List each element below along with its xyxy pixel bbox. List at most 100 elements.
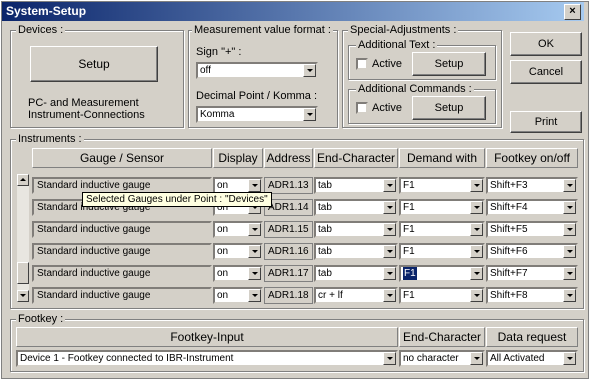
- chevron-down-icon[interactable]: [303, 64, 316, 77]
- demand-with-select-value: F1: [403, 246, 415, 257]
- display-select-value: on: [217, 268, 229, 279]
- address-cell: ADR1.18: [264, 287, 313, 304]
- end-character-select-value: tab: [318, 224, 332, 235]
- chevron-down-icon[interactable]: [383, 179, 396, 192]
- display-select[interactable]: on: [213, 243, 263, 260]
- footkey-select-value: Shift+F5: [490, 224, 528, 235]
- additional-commands-active-checkbox[interactable]: [356, 102, 368, 114]
- chevron-down-icon[interactable]: [470, 352, 483, 365]
- footkey-input-value: Device 1 - Footkey connected to IBR-Inst…: [20, 353, 234, 364]
- end-character-select-value: cr + lf: [318, 290, 343, 301]
- gauge-cell[interactable]: Standard inductive gauge: [32, 243, 212, 260]
- chevron-down-icon[interactable]: [563, 223, 576, 236]
- data-request-select[interactable]: All Activated: [486, 350, 578, 367]
- end-character-select[interactable]: tab: [314, 221, 398, 238]
- additional-text-active-checkbox[interactable]: [356, 58, 368, 70]
- devices-setup-button[interactable]: Setup: [30, 46, 158, 82]
- close-button[interactable]: ×: [564, 4, 581, 20]
- scroll-down-icon[interactable]: [17, 290, 29, 302]
- end-character-select-value: tab: [318, 180, 332, 191]
- chevron-down-icon[interactable]: [563, 201, 576, 214]
- footkey-select[interactable]: Shift+F3: [486, 177, 578, 194]
- display-select-value: on: [217, 290, 229, 301]
- footkey-end-character-select[interactable]: no character: [399, 350, 485, 367]
- print-button[interactable]: Print: [510, 111, 582, 133]
- chevron-down-icon[interactable]: [470, 245, 483, 258]
- chevron-down-icon[interactable]: [470, 289, 483, 302]
- demand-with-select-value: F1: [403, 180, 415, 191]
- demand-with-select[interactable]: F1: [399, 243, 485, 260]
- footkey-select-value: Shift+F7: [490, 268, 528, 279]
- display-select[interactable]: on: [213, 265, 263, 282]
- chevron-down-icon[interactable]: [563, 289, 576, 302]
- ok-button[interactable]: OK: [510, 32, 582, 56]
- chevron-down-icon[interactable]: [383, 267, 396, 280]
- additional-text-setup-button[interactable]: Setup: [412, 52, 486, 76]
- address-cell: ADR1.15: [264, 221, 313, 238]
- end-character-select-value: tab: [318, 202, 332, 213]
- chevron-down-icon[interactable]: [248, 245, 261, 258]
- sign-select[interactable]: off: [196, 62, 318, 79]
- chevron-down-icon[interactable]: [470, 201, 483, 214]
- chevron-down-icon[interactable]: [563, 245, 576, 258]
- demand-with-select[interactable]: F1: [399, 177, 485, 194]
- gauge-cell[interactable]: Standard inductive gauge: [32, 287, 212, 304]
- demand-with-select[interactable]: F1: [399, 265, 485, 282]
- chevron-down-icon[interactable]: [383, 352, 396, 365]
- gauge-tooltip: Selected Gauges under Point : "Devices": [82, 192, 272, 207]
- scroll-up-icon[interactable]: [17, 174, 29, 186]
- chevron-down-icon[interactable]: [470, 179, 483, 192]
- demand-with-select-value: F1: [403, 290, 415, 301]
- demand-with-select[interactable]: F1: [399, 199, 485, 216]
- chevron-down-icon[interactable]: [563, 179, 576, 192]
- chevron-down-icon[interactable]: [248, 179, 261, 192]
- chevron-down-icon[interactable]: [248, 223, 261, 236]
- chevron-down-icon[interactable]: [470, 223, 483, 236]
- header-footkey-end-character: End-Character: [399, 327, 485, 347]
- chevron-down-icon[interactable]: [563, 267, 576, 280]
- footkey-select[interactable]: Shift+F6: [486, 243, 578, 260]
- scrollbar-thumb[interactable]: [17, 262, 29, 284]
- footkey-select-value: Shift+F6: [490, 246, 528, 257]
- chevron-down-icon[interactable]: [383, 201, 396, 214]
- chevron-down-icon[interactable]: [383, 289, 396, 302]
- close-icon: ×: [569, 5, 576, 17]
- decimal-select[interactable]: Komma: [196, 106, 318, 123]
- chevron-down-icon[interactable]: [470, 267, 483, 280]
- decimal-label: Decimal Point / Komma :: [196, 90, 318, 102]
- footkey-select-value: Shift+F3: [490, 180, 528, 191]
- end-character-select[interactable]: tab: [314, 177, 398, 194]
- chevron-down-icon[interactable]: [303, 108, 316, 121]
- display-select[interactable]: on: [213, 287, 263, 304]
- gauge-cell[interactable]: Standard inductive gauge: [32, 221, 212, 238]
- footkey-input-select[interactable]: Device 1 - Footkey connected to IBR-Inst…: [16, 350, 398, 367]
- chevron-down-icon[interactable]: [383, 245, 396, 258]
- special-adjustments-label: Special-Adjustments :: [348, 24, 459, 36]
- measurement-format-label: Measurement value format :: [192, 24, 333, 36]
- title-bar: System-Setup ×: [2, 2, 584, 21]
- footkey-select[interactable]: Shift+F7: [486, 265, 578, 282]
- end-character-select[interactable]: cr + lf: [314, 287, 398, 304]
- footkey-select[interactable]: Shift+F5: [486, 221, 578, 238]
- devices-description-line1: PC- and Measurement: [28, 97, 139, 109]
- display-select[interactable]: on: [213, 221, 263, 238]
- chevron-down-icon[interactable]: [383, 223, 396, 236]
- header-gauge-sensor: Gauge / Sensor: [32, 148, 212, 168]
- footkey-select[interactable]: Shift+F8: [486, 287, 578, 304]
- chevron-down-icon[interactable]: [248, 267, 261, 280]
- cancel-button[interactable]: Cancel: [510, 60, 582, 84]
- chevron-down-icon[interactable]: [563, 352, 576, 365]
- chevron-down-icon[interactable]: [248, 289, 261, 302]
- end-character-select[interactable]: tab: [314, 199, 398, 216]
- footkey-group-label: Footkey :: [16, 313, 66, 325]
- additional-commands-setup-button[interactable]: Setup: [412, 96, 486, 120]
- end-character-select[interactable]: tab: [314, 243, 398, 260]
- additional-commands-label: Additional Commands :: [356, 83, 474, 95]
- demand-with-select[interactable]: F1: [399, 287, 485, 304]
- display-select-value: on: [217, 180, 229, 191]
- demand-with-select[interactable]: F1: [399, 221, 485, 238]
- demand-with-select-value: F1: [403, 202, 415, 213]
- gauge-cell[interactable]: Standard inductive gauge: [32, 265, 212, 282]
- end-character-select[interactable]: tab: [314, 265, 398, 282]
- footkey-select[interactable]: Shift+F4: [486, 199, 578, 216]
